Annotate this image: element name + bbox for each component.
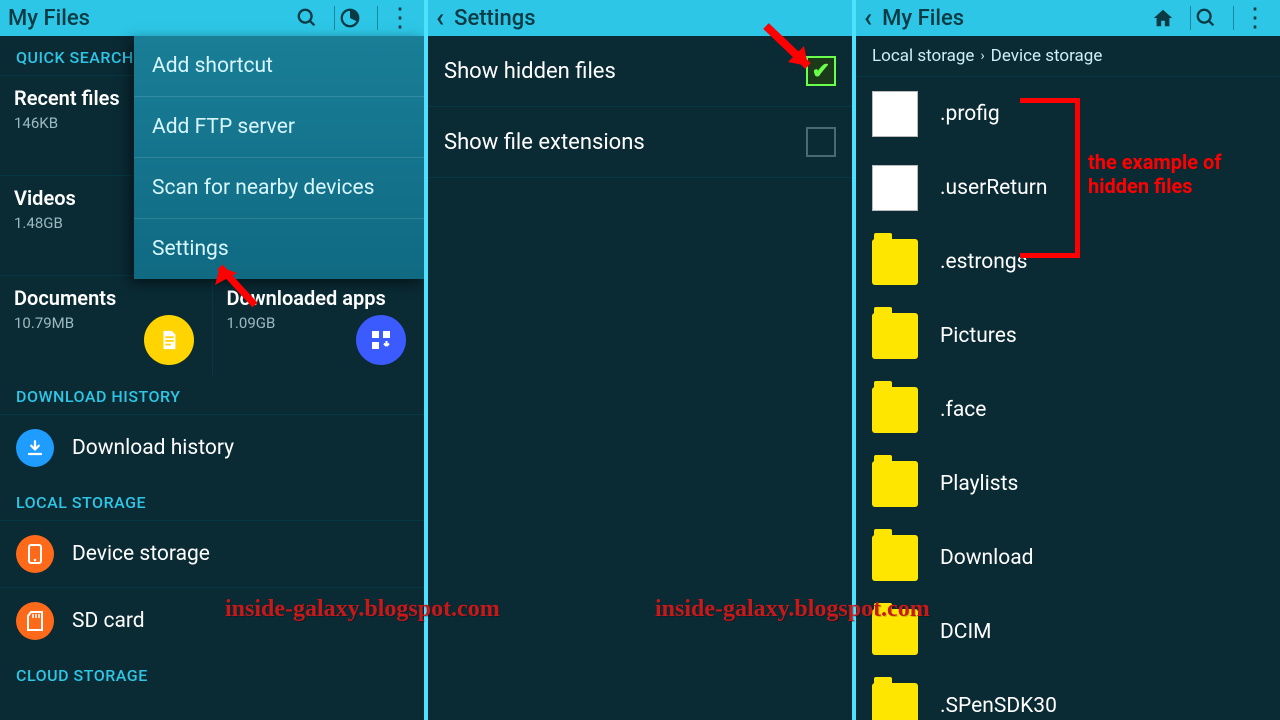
download-icon [16,429,54,467]
back-icon[interactable]: ‹ [864,3,872,33]
section-cloud-storage: CLOUD STORAGE [0,654,424,693]
menu-add-shortcut[interactable]: Add shortcut [134,36,424,97]
storage-pie-icon[interactable] [339,7,373,29]
app-title: My Files [882,6,1152,31]
annotation-label: the example of hidden files [1088,150,1278,198]
apps-icon [356,315,406,365]
header-bar: ‹ My Files ⋮ [856,0,1280,36]
file-row[interactable]: Pictures [856,299,1280,373]
annotation-arrow [758,18,828,88]
overflow-menu-icon[interactable]: ⋮ [1238,3,1272,33]
row-device-storage[interactable]: Device storage [0,520,424,587]
row-download-history[interactable]: Download history [0,414,424,481]
folder-icon [872,239,918,285]
menu-add-ftp[interactable]: Add FTP server [134,97,424,158]
folder-icon [872,313,918,359]
file-icon [872,165,918,211]
file-name: Download [940,546,1034,570]
menu-settings[interactable]: Settings [134,219,424,279]
folder-icon [872,387,918,433]
tile-title: Documents [14,286,198,310]
file-row[interactable]: .SPenSDK30 [856,669,1280,720]
divider [377,6,378,30]
divider [1190,6,1191,30]
divider [1233,6,1234,30]
file-name: .profig [940,102,1000,126]
folder-icon [872,683,918,720]
chevron-right-icon: › [980,48,984,64]
checkbox-show-extensions[interactable] [806,127,836,157]
setting-label: Show hidden files [444,59,806,84]
file-row[interactable]: Download [856,521,1280,595]
device-icon [16,535,54,573]
file-name: .face [940,398,986,422]
row-label: SD card [72,609,145,633]
search-icon[interactable] [296,7,330,29]
folder-icon [872,461,918,507]
sd-card-icon [16,602,54,640]
divider [334,6,335,30]
header-bar: My Files ⋮ [0,0,424,36]
file-name: Playlists [940,472,1018,496]
file-name: .estrongs [940,250,1028,274]
breadcrumb-part[interactable]: Local storage [872,46,974,66]
setting-label: Show file extensions [444,130,806,155]
documents-icon [144,315,194,365]
breadcrumb-part[interactable]: Device storage [991,46,1103,66]
watermark: inside-galaxy.blogspot.com [655,596,930,623]
file-name: Pictures [940,324,1017,348]
file-name: .SPenSDK30 [940,694,1057,718]
row-label: Download history [72,436,234,460]
file-row[interactable]: .face [856,373,1280,447]
file-name: DCIM [940,620,992,644]
file-icon [872,91,918,137]
file-row[interactable]: Playlists [856,447,1280,521]
home-icon[interactable] [1152,7,1186,29]
breadcrumb[interactable]: Local storage › Device storage [856,36,1280,77]
back-icon[interactable]: ‹ [436,3,444,33]
app-title: My Files [8,6,296,31]
watermark: inside-galaxy.blogspot.com [225,596,500,623]
row-label: Device storage [72,542,210,566]
annotation-arrow [205,255,265,315]
section-download-history: DOWNLOAD HISTORY [0,375,424,414]
search-icon[interactable] [1195,7,1229,29]
annotation-bracket [1020,98,1080,258]
tile-documents[interactable]: Documents 10.79MB [0,275,213,375]
folder-icon [872,535,918,581]
menu-scan-nearby[interactable]: Scan for nearby devices [134,158,424,219]
overflow-menu: Add shortcut Add FTP server Scan for nea… [134,36,424,279]
setting-show-extensions[interactable]: Show file extensions [428,107,852,178]
section-local-storage: LOCAL STORAGE [0,481,424,520]
overflow-menu-icon[interactable]: ⋮ [382,3,416,33]
